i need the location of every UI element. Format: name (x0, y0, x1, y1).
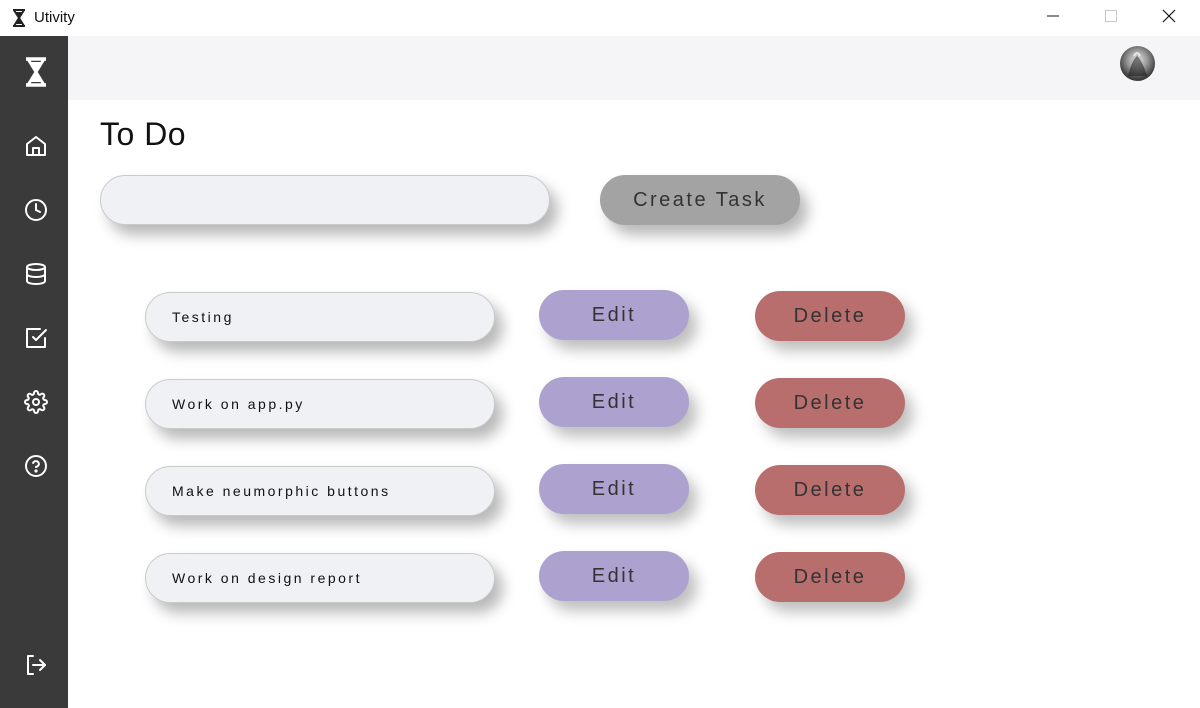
close-button[interactable] (1140, 0, 1198, 36)
minimize-button[interactable] (1024, 0, 1082, 36)
logout-icon (24, 653, 48, 682)
maximize-button[interactable] (1082, 0, 1140, 36)
delete-button[interactable]: Delete (755, 291, 905, 341)
task-text: Make neumorphic buttons (172, 483, 391, 499)
sidebar-logo[interactable] (20, 56, 52, 92)
new-task-input[interactable] (100, 175, 550, 225)
task-text: Testing (172, 309, 234, 325)
task-field[interactable]: Testing (145, 292, 495, 342)
maximize-icon (1105, 9, 1117, 27)
delete-button[interactable]: Delete (755, 552, 905, 602)
task-row: Work on app.py Edit Delete (0, 377, 1200, 439)
task-text: Work on design report (172, 570, 362, 586)
task-field[interactable]: Work on app.py (145, 379, 495, 429)
minimize-icon (1047, 9, 1059, 27)
edit-button[interactable]: Edit (539, 551, 689, 601)
delete-button[interactable]: Delete (755, 465, 905, 515)
avatar[interactable] (1120, 46, 1155, 81)
task-text: Work on app.py (172, 396, 305, 412)
sidebar-item-clock[interactable] (20, 196, 52, 228)
clock-icon (24, 198, 48, 227)
header-bar (68, 36, 1200, 100)
title-bar: Utivity (0, 0, 1200, 36)
database-icon (24, 262, 48, 291)
hourglass-icon (12, 9, 26, 27)
task-field[interactable]: Work on design report (145, 553, 495, 603)
task-row: Work on design report Edit Delete (0, 551, 1200, 613)
edit-button[interactable]: Edit (539, 377, 689, 427)
delete-button[interactable]: Delete (755, 378, 905, 428)
task-field[interactable]: Make neumorphic buttons (145, 466, 495, 516)
hourglass-icon (24, 56, 48, 92)
window-title: Utivity (34, 9, 75, 26)
create-task-button[interactable]: Create Task (600, 175, 800, 225)
logout-button[interactable] (20, 651, 52, 683)
task-row: Testing Edit Delete (0, 290, 1200, 352)
sidebar-item-home[interactable] (20, 132, 52, 164)
edit-button[interactable]: Edit (539, 464, 689, 514)
home-icon (24, 134, 48, 163)
page-title: To Do (100, 116, 187, 152)
task-row: Make neumorphic buttons Edit Delete (0, 464, 1200, 526)
close-icon (1162, 9, 1176, 28)
edit-button[interactable]: Edit (539, 290, 689, 340)
sidebar-item-database[interactable] (20, 260, 52, 292)
